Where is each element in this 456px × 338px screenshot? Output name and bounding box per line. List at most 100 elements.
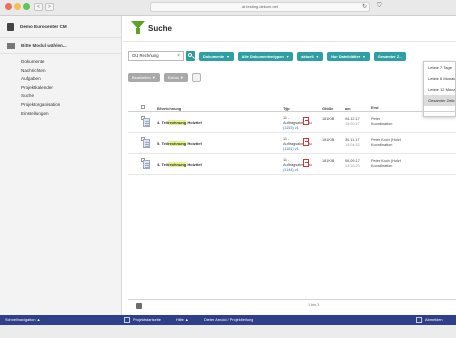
chevron-down-icon: ▼ bbox=[178, 74, 184, 80]
name-prefix: 4. Teil bbox=[157, 120, 169, 125]
project-home-link[interactable]: Projektstartseite bbox=[133, 317, 161, 322]
timeframe-option-12-months[interactable]: Letzte 12 Monate bbox=[424, 84, 455, 95]
pdf-icon[interactable] bbox=[303, 117, 309, 125]
address-bar[interactable]: af.testing.dekom.net bbox=[150, 2, 370, 12]
close-window-icon[interactable] bbox=[5, 3, 12, 10]
timeframe-option-7-days[interactable]: Letzte 7 Tage bbox=[424, 62, 455, 73]
pdf-icon[interactable] bbox=[303, 138, 309, 146]
timeframe-option-6-months[interactable]: Letzte 6 Monate bbox=[424, 73, 455, 84]
author-role: Koordination bbox=[371, 143, 393, 147]
server-icon bbox=[7, 22, 14, 31]
row-name[interactable]: 4. Teilrechnung Holztief bbox=[157, 120, 202, 125]
back-button[interactable]: < bbox=[34, 3, 43, 11]
sidebar-item-projektkalender[interactable]: Projektkalender bbox=[21, 84, 121, 93]
document-icon bbox=[143, 118, 150, 127]
edit-label: Bearbeiten bbox=[132, 74, 151, 80]
row-size: 181KiB bbox=[322, 117, 335, 121]
sidebar-item-dokumente[interactable]: Dokumente bbox=[21, 58, 121, 67]
shield-icon[interactable]: ⛉ bbox=[377, 3, 382, 10]
sort-icon: ⇕ bbox=[159, 106, 163, 111]
sidebar-item-einstellungen[interactable]: Einstellungen bbox=[21, 110, 121, 119]
minimize-window-icon[interactable] bbox=[14, 3, 21, 10]
row-date: 06.09.17 13:16:23 bbox=[345, 159, 360, 169]
app-name: Demo Eurocenter CM bbox=[20, 24, 67, 29]
document-icon bbox=[143, 160, 150, 169]
module-selector[interactable]: Bitte Modul wählen... bbox=[0, 38, 121, 54]
export-icon[interactable] bbox=[191, 72, 201, 82]
quick-navigation-button[interactable]: Schnellnavigation ▲ bbox=[5, 317, 40, 322]
table-row[interactable]: 5. Teilrechnung Holztief 11 - Auftragsab… bbox=[128, 133, 456, 154]
filter-doctype-dropdown[interactable]: Alle Dokumententypen ▼ bbox=[237, 51, 294, 61]
filter-sheets-dropdown[interactable]: Nur Dateiblätter ▼ bbox=[327, 51, 370, 61]
name-prefix: 5. Teil bbox=[157, 141, 169, 146]
filter-funnel-icon-stem bbox=[136, 28, 140, 34]
chevron-down-icon: ▼ bbox=[226, 54, 230, 59]
module-label: Bitte Modul wählen... bbox=[21, 43, 67, 48]
filter-bar: GU Rechnung × Dokumente ▼ Alle Dokumenten… bbox=[128, 51, 407, 61]
forward-button[interactable]: > bbox=[45, 3, 54, 11]
results-table: Bezeichnung ⇕ Typ ⇕ Größe ⇕ am ↓ Erst 4. Te… bbox=[128, 104, 456, 175]
row-size: 181KiB bbox=[322, 159, 335, 163]
time-value: 15:00:47 bbox=[345, 122, 360, 126]
filter-category-label: Dokumente bbox=[203, 53, 225, 59]
filter-doctype-label: Alle Dokumententypen bbox=[241, 53, 284, 59]
reload-icon[interactable]: ↻ bbox=[362, 3, 367, 10]
page-title: Suche bbox=[148, 24, 173, 33]
footer-checkbox[interactable] bbox=[136, 303, 142, 309]
user-context[interactable]: Dieter Arnold / Projektleitung bbox=[204, 317, 253, 322]
filter-category-dropdown[interactable]: Dokumente ▼ bbox=[199, 51, 234, 61]
extras-menu-button[interactable]: Extras ▼ bbox=[163, 72, 188, 82]
row-date: 04.12.17 15:00:47 bbox=[345, 117, 360, 127]
document-icon bbox=[143, 139, 150, 148]
row-date: 30.11.17 14:04:52 bbox=[345, 138, 360, 148]
app-header[interactable]: Demo Eurocenter CM bbox=[0, 16, 121, 38]
chevron-down-icon: ▼ bbox=[150, 74, 156, 80]
name-suffix: Holztief bbox=[186, 120, 202, 125]
help-menu-button[interactable]: Hilfe ▲ bbox=[176, 317, 189, 322]
zoom-window-icon[interactable] bbox=[23, 3, 30, 10]
name-suffix: Holztief bbox=[186, 162, 202, 167]
row-author: Peter Koch (Holzt Koordination bbox=[371, 159, 401, 169]
sidebar-item-aufgaben[interactable]: Aufgaben bbox=[21, 75, 121, 84]
filter-timeframe-dropdown[interactable]: Gesamter Z... bbox=[373, 51, 407, 61]
sidebar-item-nachrichten[interactable]: Nachrichten bbox=[21, 67, 121, 76]
pdf-icon[interactable] bbox=[303, 159, 309, 167]
clear-search-icon[interactable]: × bbox=[177, 52, 180, 60]
bottom-bar: Schnellnavigation ▲ Projektstartseite Hi… bbox=[0, 315, 456, 325]
table-header: Bezeichnung ⇕ Typ ⇕ Größe ⇕ am ↓ Erst bbox=[128, 104, 456, 112]
table-row[interactable]: 4. Teilrechnung Holztief 11 - Auftragsab… bbox=[128, 112, 456, 133]
sidebar-item-projektorganisation[interactable]: Projektorganisation bbox=[21, 101, 121, 110]
time-value: 13:16:23 bbox=[345, 164, 360, 168]
extras-label: Extras bbox=[167, 74, 179, 80]
type-link[interactable]: (1144) v1 bbox=[283, 168, 312, 173]
search-highlight: rechnung bbox=[168, 141, 187, 146]
row-name[interactable]: 5. Teilrechnung Holztief bbox=[157, 141, 202, 146]
action-bar: Bearbeiten ▼ Extras ▼ bbox=[128, 72, 201, 82]
sidebar-item-suche[interactable]: Suche bbox=[21, 92, 121, 101]
grid-icon[interactable] bbox=[124, 317, 130, 323]
time-value: 14:04:52 bbox=[345, 143, 360, 147]
type-link[interactable]: (1161) v1 bbox=[283, 147, 312, 152]
row-name[interactable]: 4. Teilrechnung Holztief bbox=[157, 162, 202, 167]
table-row[interactable]: 4. Teilrechnung Holztief 11 - Auftragsab… bbox=[128, 154, 456, 175]
col-header-author[interactable]: Erst bbox=[371, 105, 379, 110]
type-link[interactable]: (1153) v1 bbox=[283, 126, 312, 131]
edit-menu-button[interactable]: Bearbeiten ▼ bbox=[128, 72, 160, 82]
search-input[interactable]: GU Rechnung × bbox=[128, 51, 184, 61]
search-button[interactable] bbox=[186, 51, 195, 61]
row-author: Peter Koch (Holzt Koordination bbox=[371, 138, 401, 148]
name-suffix: Holztief bbox=[186, 141, 202, 146]
name-prefix: 4. Teil bbox=[157, 162, 169, 167]
chevron-down-icon: ▼ bbox=[315, 54, 320, 59]
logout-icon[interactable] bbox=[416, 317, 422, 323]
author-role: Koordination bbox=[371, 122, 393, 126]
filter-sheets-label: Nur Dateiblätter bbox=[331, 53, 361, 59]
sidebar: Demo Eurocenter CM Bitte Modul wählen...… bbox=[0, 16, 122, 315]
filter-version-dropdown[interactable]: aktuell ▼ bbox=[297, 51, 324, 61]
sort-icon: ⇕ bbox=[324, 106, 328, 111]
sort-icon: ⇕ bbox=[285, 106, 289, 111]
select-all-checkbox[interactable] bbox=[141, 105, 145, 109]
page-header: Suche bbox=[123, 16, 456, 42]
filter-version-label: aktuell bbox=[301, 53, 314, 59]
logout-button[interactable]: Abmelden bbox=[425, 317, 443, 322]
